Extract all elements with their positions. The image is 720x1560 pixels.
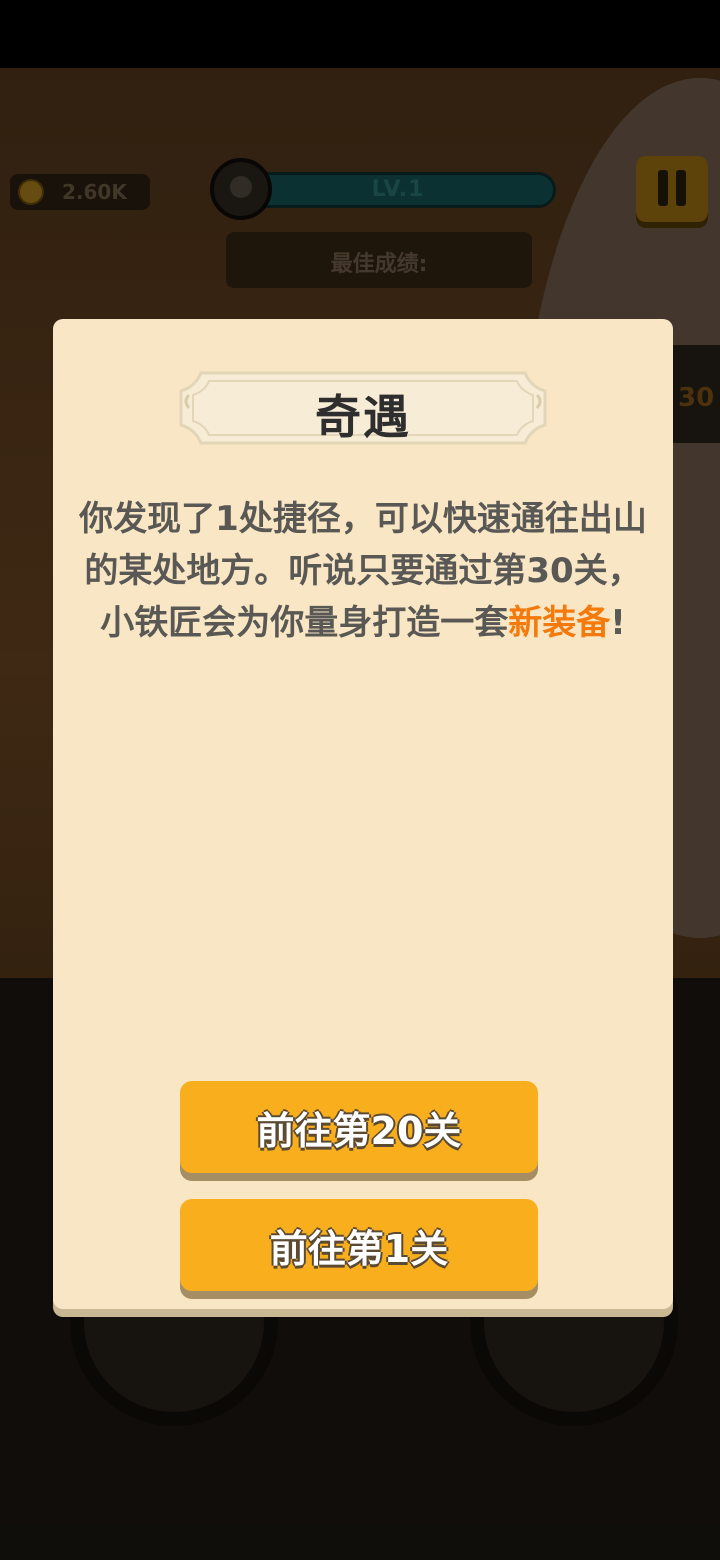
message-end: ! xyxy=(610,603,626,643)
dialog-message: 你发现了1处捷径，可以快速通往出山的某处地方。听说只要通过第30关，小铁匠会为你… xyxy=(79,493,647,649)
go-to-level-1-button[interactable]: 前往第1关 xyxy=(180,1199,538,1291)
message-highlight: 新装备 xyxy=(508,603,611,643)
go-to-level-20-button[interactable]: 前往第20关 xyxy=(180,1081,538,1173)
title-plate: 奇遇 xyxy=(179,369,547,447)
status-bar xyxy=(0,0,720,68)
encounter-dialog: 奇遇 你发现了1处捷径，可以快速通往出山的某处地方。听说只要通过第30关，小铁匠… xyxy=(53,319,673,1309)
dialog-title: 奇遇 xyxy=(315,390,411,444)
